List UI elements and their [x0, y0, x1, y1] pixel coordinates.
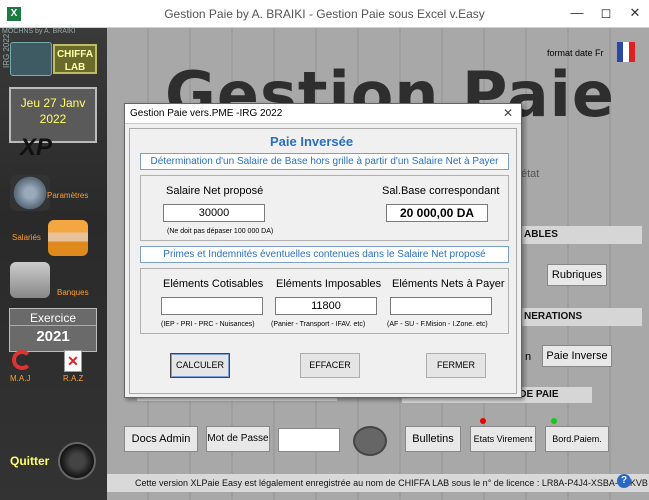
paie-inverse-button[interactable]: Paie Inverse	[542, 345, 612, 367]
license-status: Cette version XLPaie Easy est légalement…	[107, 474, 649, 492]
dialog-frame: Paie Inversée Détermination d'un Salaire…	[129, 128, 517, 394]
imposables-label: Eléments Imposables	[276, 278, 382, 290]
elements-group: Eléments Cotisables (IEP - PRI - PRC - N…	[140, 268, 509, 334]
gear-icon[interactable]	[10, 175, 50, 211]
help-icon[interactable]: ?	[617, 474, 631, 488]
brand-text: MOCHNS by A. BRAIKI	[2, 28, 76, 35]
dialog-heading: Paie Inversée	[270, 134, 354, 149]
power-icon[interactable]	[58, 442, 96, 480]
rubriques-button[interactable]: Rubriques	[547, 264, 607, 286]
nets-label: Eléments Nets à Payer	[392, 278, 505, 290]
effacer-button[interactable]: EFFACER	[300, 353, 360, 378]
salaries-label[interactable]: Salariés	[12, 233, 41, 242]
info-banner-primes: Primes et Indemnités éventuelles contenu…	[140, 246, 509, 263]
reset-icon[interactable]: ✕	[64, 350, 82, 372]
nets-note: (AF - SU - F.Mision - I.Zone. etc)	[387, 321, 488, 328]
date-day: Jeu 27 Janv	[20, 96, 86, 110]
generations-band: NERATIONS	[522, 308, 642, 326]
n-fragment: n	[525, 351, 532, 363]
calculer-button[interactable]: CALCULER	[170, 353, 230, 378]
password-field[interactable]	[278, 428, 340, 452]
base-output: 20 000,00 DA	[386, 204, 488, 222]
cotisables-label: Eléments Cotisables	[163, 278, 264, 290]
maj-label[interactable]: M.A.J	[10, 374, 30, 383]
etat-fragment: état	[521, 168, 540, 180]
mot-de-passe-button[interactable]: Mot de Passe	[206, 426, 270, 452]
banques-label[interactable]: Banques	[57, 288, 89, 297]
chiffa-logo-icon	[10, 42, 52, 76]
fermer-button[interactable]: FERMER	[426, 353, 486, 378]
calculator-icon[interactable]	[353, 426, 387, 456]
docs-admin-button[interactable]: Docs Admin	[124, 426, 198, 452]
raz-label[interactable]: R.A.Z	[63, 374, 83, 383]
xp-logo: XP	[20, 134, 53, 161]
bank-icon[interactable]	[10, 262, 50, 298]
quitter-label[interactable]: Quitter	[10, 454, 49, 468]
date-year: 2022	[39, 112, 67, 126]
bord-paiem-button[interactable]: Bord.Paiem.	[545, 426, 609, 452]
salaire-group: Salaire Net proposé 30000 (Ne doit pas d…	[140, 175, 509, 241]
imposables-input[interactable]: 11800	[275, 297, 377, 315]
cotisables-input[interactable]	[161, 297, 263, 315]
net-input[interactable]: 30000	[163, 204, 265, 222]
employees-icon[interactable]	[48, 220, 88, 256]
dialog-titlebar: Gestion Paie vers.PME -IRG 2022 ✕	[125, 104, 521, 124]
etats-virement-button[interactable]: Etats Virement	[470, 426, 536, 452]
chiffa-lab-button[interactable]: CHIFFA LAB	[53, 44, 97, 74]
minimize-button[interactable]: —	[566, 4, 588, 22]
exercice-label: Exercice	[10, 309, 96, 326]
exercice-year: 2021	[36, 328, 70, 345]
close-button[interactable]: ✕	[624, 4, 646, 22]
status-dot-green	[551, 418, 557, 424]
nets-input[interactable]	[390, 297, 492, 315]
maximize-button[interactable]: ◻	[595, 4, 617, 22]
tables-band: ABLES	[522, 226, 642, 244]
bulletins-button[interactable]: Bulletins	[405, 426, 461, 452]
french-flag-icon[interactable]	[617, 42, 635, 62]
parametres-label[interactable]: Paramètres	[47, 191, 88, 200]
base-label: Sal.Base correspondant	[382, 185, 500, 197]
refresh-icon[interactable]	[12, 350, 32, 370]
cotisables-note: (IEP - PRI - PRC - Nuisances)	[161, 321, 255, 328]
info-banner-salaire: Détermination d'un Salaire de Base hors …	[140, 153, 509, 170]
window-titlebar: X Gestion Paie by A. BRAIKI - Gestion Pa…	[0, 0, 649, 28]
exercice-box[interactable]: Exercice 2021	[9, 308, 97, 352]
imposables-note: (Panier - Transport - IFAV. etc)	[271, 321, 366, 328]
status-dot-red	[480, 418, 486, 424]
left-panel: MOCHNS by A. BRAIKI IRG 2022 CHIFFA LAB …	[0, 28, 107, 500]
format-date-label: format date Fr	[547, 48, 604, 58]
window-title: Gestion Paie by A. BRAIKI - Gestion Paie…	[164, 7, 485, 21]
dialog-title: Gestion Paie vers.PME -IRG 2022	[130, 108, 283, 119]
dialog-close-icon[interactable]: ✕	[503, 106, 513, 120]
paie-inversee-dialog: Gestion Paie vers.PME -IRG 2022 ✕ Paie I…	[124, 103, 522, 398]
net-label: Salaire Net proposé	[166, 185, 264, 197]
net-note: (Ne doit pas dépaser 100 000 DA)	[167, 228, 274, 235]
